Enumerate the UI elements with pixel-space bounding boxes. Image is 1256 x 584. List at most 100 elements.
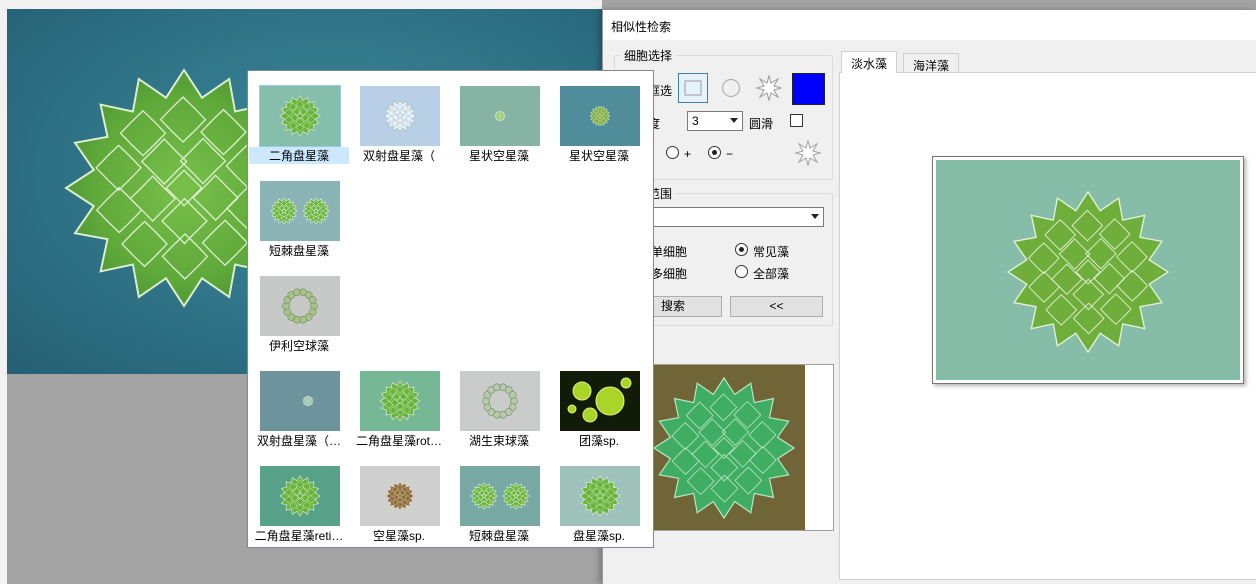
algae-gallery: 二角盘星藻 双射盘星藻（ 星状空星藻 星状空星藻 短棘盘星藻 伊利空球藻 双射盘星藻（… 二角… bbox=[247, 70, 654, 548]
gallery-thumbnail bbox=[349, 176, 449, 256]
thumbnail-image bbox=[260, 276, 340, 336]
thumbnail-caption: 双射盘星藻（ bbox=[362, 149, 435, 163]
dialog-title: 相似性检索 bbox=[611, 20, 672, 34]
thumbnail-caption: 团藻sp. bbox=[578, 434, 619, 448]
chevron-down-icon bbox=[730, 118, 738, 123]
thumbnail-image bbox=[360, 86, 440, 146]
correct-plus-radio[interactable] bbox=[666, 146, 679, 159]
gallery-thumbnail[interactable]: 空星藻sp. bbox=[349, 461, 449, 543]
multi-cell-label: 多细胞 bbox=[651, 267, 688, 281]
collapse-button[interactable]: << bbox=[730, 296, 823, 317]
thumbnail-image bbox=[260, 371, 340, 431]
hover-preview-popup bbox=[932, 156, 1244, 384]
dialog-titlebar: 相似性检索 bbox=[603, 10, 1256, 40]
gallery-thumbnail[interactable]: 湖生束球藻 bbox=[449, 366, 549, 448]
cell-select-legend: 细胞选择 bbox=[624, 49, 673, 63]
thumbnail-image bbox=[460, 371, 540, 431]
gallery-thumbnail[interactable]: 双射盘星藻（… bbox=[249, 366, 349, 448]
thumbnail-image bbox=[260, 181, 340, 241]
thumbnail-image bbox=[560, 276, 640, 336]
algae-thumbnail-icon bbox=[379, 380, 421, 422]
common-algae-radio[interactable] bbox=[735, 243, 748, 256]
gallery-thumbnail bbox=[449, 271, 549, 351]
contour-color-swatch[interactable] bbox=[792, 73, 825, 105]
algae-thumbnail-icon bbox=[270, 197, 330, 225]
algae-thumbnail-icon bbox=[494, 110, 506, 122]
smooth-label: 圆滑 bbox=[749, 117, 774, 131]
preview-cell-icon bbox=[652, 376, 796, 520]
gallery-thumbnail[interactable]: 二角盘星藻rot… bbox=[349, 366, 449, 448]
correct-minus-radio[interactable] bbox=[708, 146, 721, 159]
thumbnail-image bbox=[560, 86, 640, 146]
algae-thumbnail-icon bbox=[470, 482, 530, 510]
thumbnail-image bbox=[560, 181, 640, 241]
ellipse-select-tool[interactable] bbox=[716, 73, 746, 103]
chevron-down-icon bbox=[811, 214, 819, 219]
brush-icon bbox=[794, 139, 822, 167]
thumbnail-image bbox=[360, 466, 440, 526]
thumbnail-image bbox=[460, 466, 540, 526]
algae-thumbnail-icon bbox=[279, 475, 321, 517]
all-algae-label: 全部藻 bbox=[753, 267, 790, 281]
approx-select[interactable]: 3 bbox=[687, 111, 743, 131]
thumbnail-caption: 二角盘星藻rot… bbox=[355, 434, 442, 448]
gallery-thumbnail[interactable]: 星状空星藻 bbox=[549, 81, 649, 163]
thumbnail-caption: 短棘盘星藻 bbox=[268, 244, 329, 258]
single-cell-label: 单细胞 bbox=[651, 245, 688, 259]
tab-marine-algae[interactable]: 海洋藻 bbox=[903, 53, 960, 74]
thumbnail-caption: 二角盘星藻reti… bbox=[254, 529, 344, 543]
algae-thumbnail-icon bbox=[279, 95, 321, 137]
selection-preview-image bbox=[644, 365, 805, 530]
gallery-thumbnail[interactable]: 二角盘星藻reti… bbox=[249, 461, 349, 543]
thumbnail-image bbox=[259, 85, 341, 147]
scope-select[interactable]: 全部 bbox=[624, 207, 824, 227]
all-algae-radio[interactable] bbox=[735, 265, 748, 278]
gallery-thumbnail[interactable]: 短棘盘星藻 bbox=[449, 461, 549, 543]
thumbnail-image bbox=[460, 86, 540, 146]
algae-thumbnail-icon bbox=[302, 395, 314, 407]
gallery-thumbnail bbox=[549, 271, 649, 351]
thumbnail-image bbox=[360, 276, 440, 336]
viewer-left-border bbox=[0, 9, 7, 584]
smooth-checkbox[interactable] bbox=[790, 114, 803, 127]
thumbnail-caption: 星状空星藻 bbox=[468, 149, 529, 163]
viewer-top-border bbox=[0, 0, 602, 9]
gallery-thumbnail bbox=[349, 271, 449, 351]
algae-thumbnail-icon bbox=[589, 105, 611, 127]
thumbnail-image bbox=[260, 466, 340, 526]
algae-thumbnail-icon bbox=[282, 288, 318, 324]
gallery-thumbnail bbox=[449, 176, 549, 256]
gallery-thumbnail[interactable]: 盘星藻sp. bbox=[549, 461, 649, 543]
gallery-thumbnail bbox=[549, 176, 649, 256]
thumbnail-image bbox=[460, 181, 540, 241]
correct-brush-tool[interactable] bbox=[793, 138, 823, 168]
gallery-thumbnail[interactable]: 双射盘星藻（ bbox=[349, 81, 449, 163]
approx-value: 3 bbox=[692, 114, 699, 128]
rect-select-tool[interactable] bbox=[678, 73, 708, 103]
thumbnail-image bbox=[360, 181, 440, 241]
hover-preview-cell-icon bbox=[1006, 190, 1170, 354]
correct-plus-label: + bbox=[684, 147, 692, 161]
thumbnail-caption: 短棘盘星藻 bbox=[468, 529, 529, 543]
thumbnail-image bbox=[560, 371, 640, 431]
freeform-select-tool[interactable] bbox=[754, 73, 784, 103]
correct-minus-label: − bbox=[726, 147, 734, 161]
rect-select-icon bbox=[684, 80, 702, 96]
thumbnail-caption: 伊利空球藻 bbox=[268, 339, 329, 353]
algae-thumbnail-icon bbox=[482, 383, 518, 419]
gallery-thumbnail[interactable]: 二角盘星藻 bbox=[249, 81, 349, 164]
thumbnail-image bbox=[360, 371, 440, 431]
algae-thumbnail-icon bbox=[567, 377, 632, 423]
gallery-thumbnail[interactable]: 团藻sp. bbox=[549, 366, 649, 448]
thumbnail-caption: 双射盘星藻（… bbox=[256, 434, 341, 448]
thumbnail-caption: 湖生束球藻 bbox=[468, 434, 529, 448]
gallery-thumbnail[interactable]: 伊利空球藻 bbox=[249, 271, 349, 353]
thumbnail-image bbox=[460, 276, 540, 336]
tab-freshwater-algae[interactable]: 淡水藻 bbox=[841, 51, 898, 73]
algae-thumbnail-icon bbox=[383, 99, 417, 133]
thumbnail-caption: 星状空星藻 bbox=[568, 149, 629, 163]
gallery-thumbnail[interactable]: 星状空星藻 bbox=[449, 81, 549, 163]
thumbnail-caption: 盘星藻sp. bbox=[572, 529, 625, 543]
hover-preview-image bbox=[936, 160, 1240, 380]
gallery-thumbnail[interactable]: 短棘盘星藻 bbox=[249, 176, 349, 258]
